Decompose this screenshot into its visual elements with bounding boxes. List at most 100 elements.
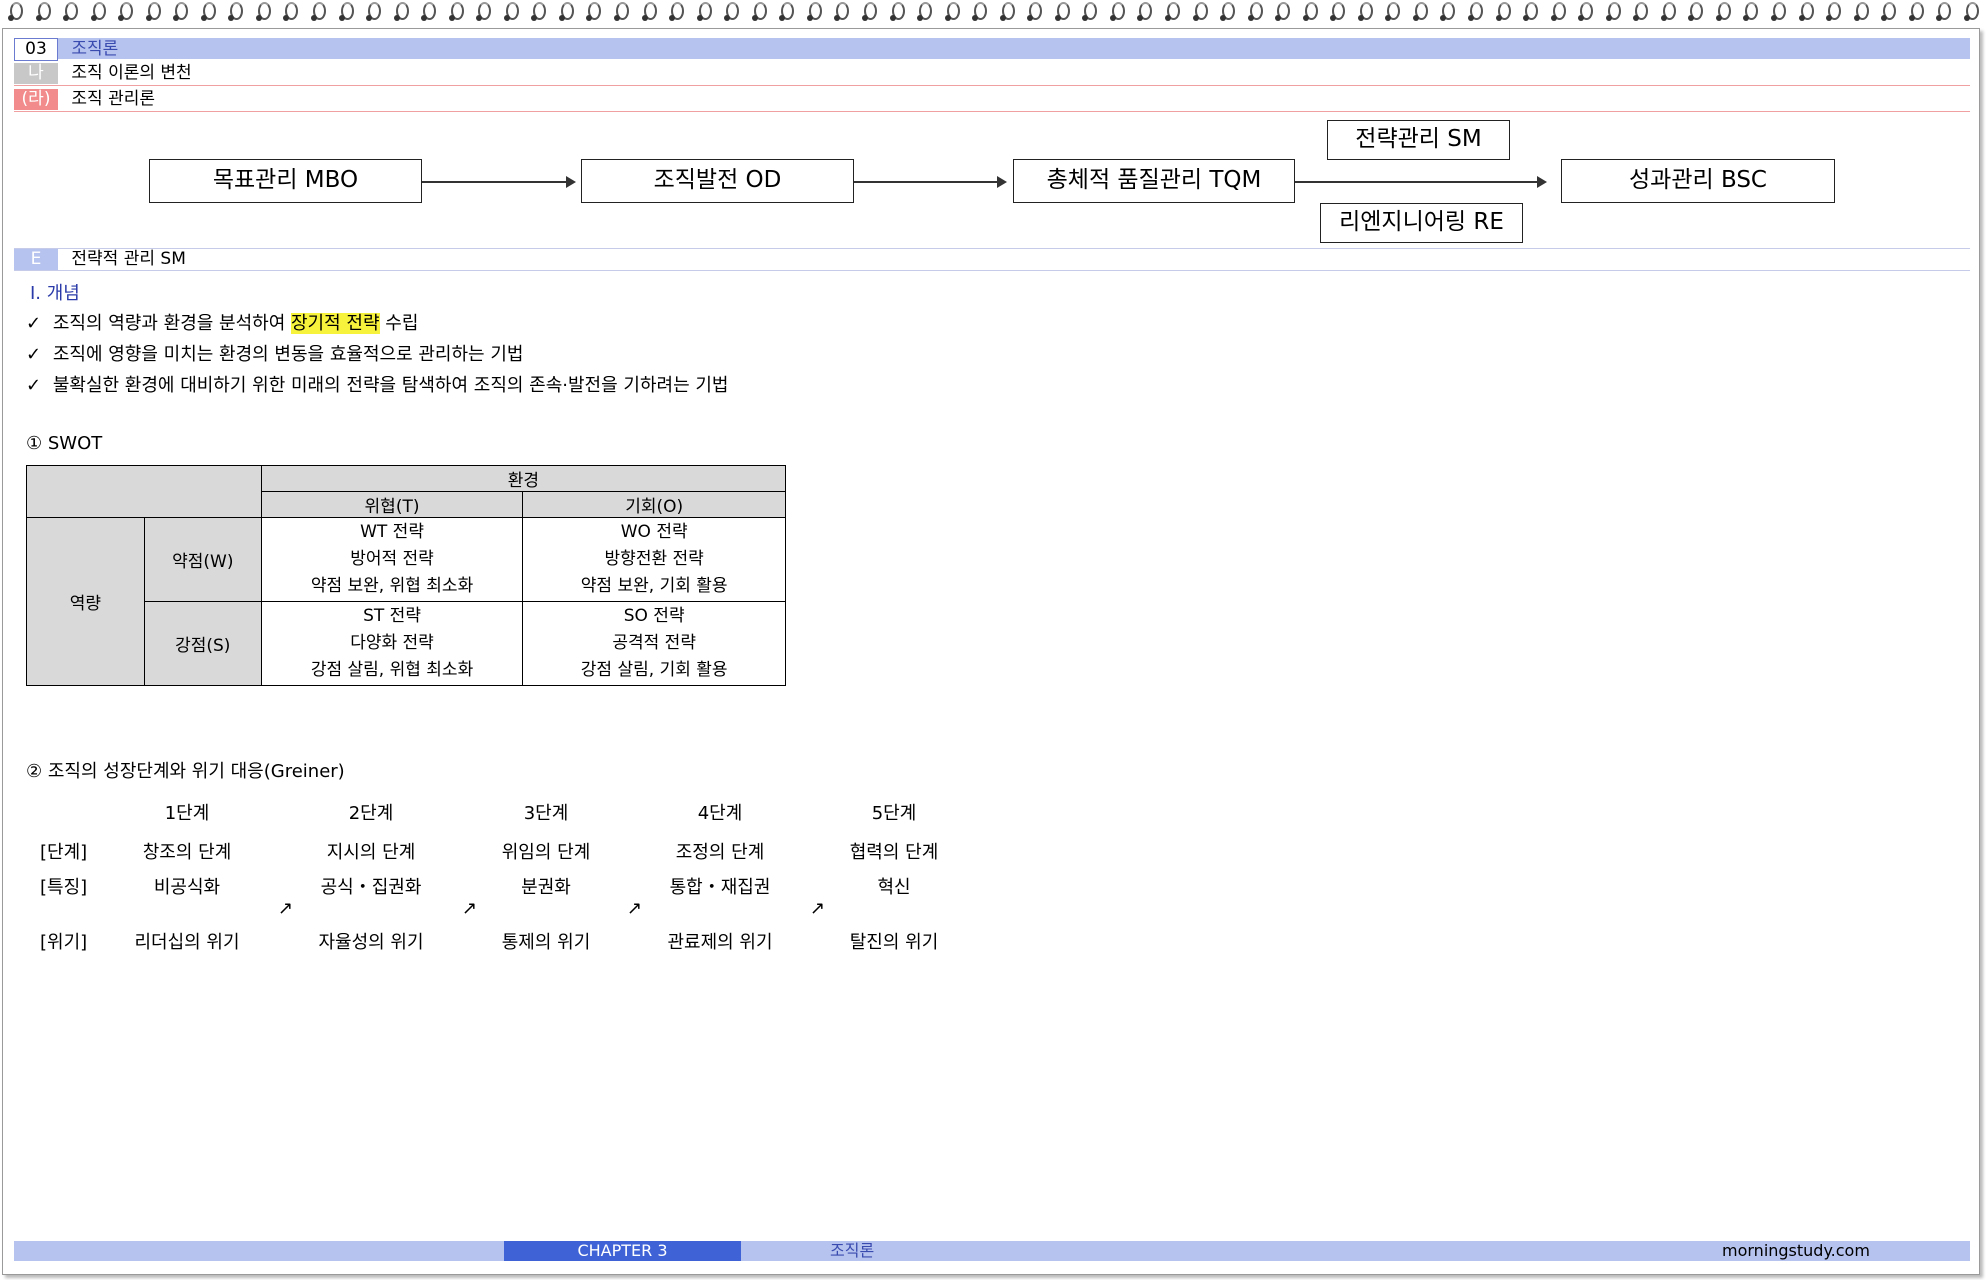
check-icon: ✓ [26, 313, 42, 334]
spiral-ring [1412, 0, 1428, 24]
strategy-desc: 강점 살림, 위협 최소화 [310, 660, 474, 680]
spiral-ring [338, 0, 354, 24]
stage-feature: 분권화 [521, 877, 571, 898]
spiral-ring [1054, 0, 1070, 24]
spiral-ring [173, 0, 189, 24]
stage-feature: 통합・재집권 [669, 877, 771, 898]
spiral-ring [1771, 0, 1786, 24]
flow-arrow [854, 176, 1007, 188]
swot-heading: ① SWOT [26, 433, 103, 454]
spiral-ring [1550, 0, 1566, 24]
swot-cell-wt: WT 전략 방어적 전략 약점 보완, 위협 최소화 [260, 517, 524, 602]
spiral-ring [393, 0, 409, 24]
spiral-ring [1743, 0, 1759, 24]
swot-cell-so: SO 전략 공격적 전략 강점 살림, 기회 활용 [522, 601, 786, 686]
row-label-crisis: [위기] [40, 932, 88, 953]
flow-box-tqm: 총체적 품질관리 TQM [1013, 159, 1295, 203]
row-label-feature: [특징] [40, 877, 88, 898]
spiral-ring [641, 0, 657, 24]
concept-item: ✓ 조직에 영향을 미치는 환경의 변동을 효율적으로 관리하는 기법 [26, 340, 523, 366]
spiral-ring [586, 0, 602, 24]
stage-crisis: 통제의 위기 [501, 932, 591, 953]
spiral-ring [1963, 0, 1979, 24]
spiral-ring [8, 0, 23, 24]
subsection-header: (라) 조직 관리론 [14, 89, 1970, 110]
spiral-ring [1220, 0, 1236, 24]
highlight-text: 장기적 전략 [291, 313, 380, 334]
spiral-ring [1164, 0, 1180, 24]
swot-table: 환경 위협(T) 기회(O) 역량 약점(W) WT 전략 방어적 전략 약점 … [26, 465, 787, 686]
spiral-ring [531, 0, 547, 24]
strategy-title: WO 전략 [620, 522, 688, 542]
spiral-ring [35, 0, 51, 24]
stage-feature: 공식・집권화 [320, 877, 422, 898]
divider [14, 270, 1970, 271]
stage-step: 5단계 [871, 803, 917, 824]
spiral-ring [1385, 0, 1401, 24]
concept-text: 조직에 영향을 미치는 환경의 변동을 효율적으로 관리하는 기법 [52, 344, 524, 365]
footer-bar [14, 1241, 1970, 1261]
stage-name: 창조의 단계 [142, 842, 232, 863]
flow-box-mbo: 목표관리 MBO [149, 159, 422, 203]
spiral-ring [366, 0, 382, 24]
flow-box-re: 리엔지니어링 RE [1320, 203, 1523, 243]
strategy-name: 다양화 전략 [350, 633, 434, 653]
stage-crisis: 관료제의 위기 [667, 932, 773, 953]
spiral-ring [1853, 0, 1869, 24]
spiral-ring [1275, 0, 1291, 24]
spiral-ring [1660, 0, 1676, 24]
flow-arrow [422, 176, 576, 188]
spiral-binding [0, 0, 1986, 30]
concept-text: 불확실한 환경에 대비하기 위한 미래의 전략을 탐색하여 조직의 존속·발전을… [52, 375, 729, 396]
chapter-number: 03 [14, 38, 58, 61]
stage-crisis: 리더십의 위기 [134, 932, 240, 953]
flow-arrow [1295, 176, 1547, 188]
footer-title: 조직론 [830, 1241, 875, 1260]
swot-capability-header: 역량 [26, 517, 145, 686]
spiral-ring [1688, 0, 1704, 24]
swot-threat-header: 위협(T) [260, 491, 524, 518]
spiral-ring [779, 0, 795, 24]
stage-step: 2단계 [348, 803, 394, 824]
section-e-title: 전략적 관리 SM [71, 249, 186, 269]
concept-heading: Ⅰ. 개념 [30, 283, 80, 304]
spiral-ring [999, 0, 1015, 24]
spiral-ring [255, 0, 271, 24]
spiral-ring [889, 0, 905, 24]
spiral-ring [421, 0, 437, 24]
swot-strength-header: 강점(S) [143, 601, 262, 686]
spiral-ring [1357, 0, 1373, 24]
spiral-ring [669, 0, 685, 24]
stage-name: 협력의 단계 [849, 842, 939, 863]
strategy-name: 방향전환 전략 [604, 549, 704, 569]
spiral-ring [90, 0, 106, 24]
spiral-ring [1192, 0, 1208, 24]
stage-name: 위임의 단계 [501, 842, 591, 863]
spiral-ring [944, 0, 960, 24]
subsection-number: (라) [14, 89, 58, 110]
spiral-ring [1137, 0, 1153, 24]
divider [14, 85, 1970, 86]
swot-opportunity-header: 기회(O) [522, 491, 786, 518]
spiral-ring [558, 0, 574, 24]
spiral-ring [1082, 0, 1098, 24]
spiral-ring [696, 0, 712, 24]
swot-env-header: 환경 [260, 465, 787, 492]
stage-step: 1단계 [164, 803, 210, 824]
spiral-ring [118, 0, 134, 24]
stage-crisis: 탈진의 위기 [849, 932, 939, 953]
spiral-ring [448, 0, 464, 24]
concept-text: 수립 [379, 313, 419, 334]
section-e-header: E 전략적 관리 SM [14, 249, 1970, 270]
spiral-ring [1798, 0, 1814, 24]
spiral-ring [1440, 0, 1456, 24]
subsection-title: 조직 관리론 [71, 89, 156, 109]
check-icon: ✓ [26, 344, 42, 365]
flow-box-sm: 전략관리 SM [1327, 120, 1510, 160]
swot-cell-st: ST 전략 다양화 전략 강점 살림, 위협 최소화 [260, 601, 524, 686]
strategy-name: 방어적 전략 [350, 549, 434, 569]
arrow-icon: ↗ [627, 898, 643, 919]
spiral-ring [1715, 0, 1731, 24]
spiral-ring [614, 0, 630, 24]
spiral-ring [145, 0, 161, 24]
